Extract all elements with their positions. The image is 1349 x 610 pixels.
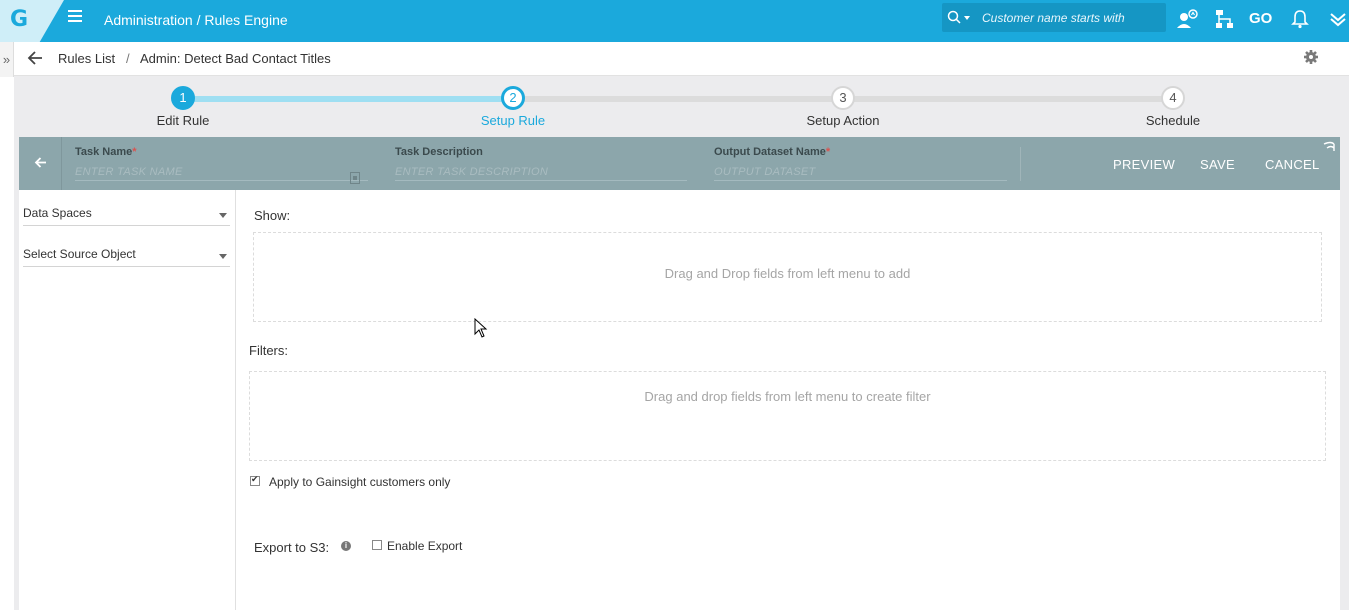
filters-section-label: Filters: [249,343,288,358]
hierarchy-icon[interactable] [1213,8,1237,30]
enable-export-checkbox[interactable] [372,540,382,550]
task-description-field: Task Description [395,146,687,181]
source-object-label: Select Source Object [23,247,136,261]
back-arrow-icon[interactable] [27,50,43,66]
data-spaces-dropdown[interactable]: Data Spaces [23,200,230,226]
app-title: Administration / Rules Engine [104,12,288,28]
sidebar-expand-toggle[interactable]: » [0,42,14,77]
task-back-arrow-icon[interactable] [34,156,47,169]
breadcrumb-separator: / [126,51,130,66]
breadcrumb-rules-list-link[interactable]: Rules List [58,51,115,66]
chevron-down-icon [219,254,227,259]
info-icon[interactable]: i [341,541,351,551]
step-2-label[interactable]: Setup Rule [481,113,545,128]
output-dataset-label: Output Dataset Name* [714,146,831,158]
breadcrumb-bar: Rules List / Admin: Detect Bad Contact T… [0,42,1349,76]
source-object-dropdown[interactable]: Select Source Object [23,241,230,267]
task-name-field: Task Name* [75,146,368,184]
chevrons-down-icon[interactable] [1326,8,1349,30]
rule-setup-panel: Show: Drag and Drop fields from left men… [236,190,1340,610]
hamburger-menu-icon[interactable] [68,10,82,24]
bell-icon[interactable] [1288,8,1312,30]
step-3-label[interactable]: Setup Action [807,113,880,128]
mouse-cursor-icon [474,318,488,338]
breadcrumb-current-rule: Admin: Detect Bad Contact Titles [140,51,331,66]
filters-dropzone-hint: Drag and drop fields from left menu to c… [644,389,931,404]
step-connector-3 [844,96,1174,102]
show-dropzone[interactable]: Drag and Drop fields from left menu to a… [253,232,1322,322]
top-navbar: G Administration / Rules Engine Customer… [0,0,1349,42]
output-dataset-input[interactable] [714,163,1007,181]
search-icon[interactable] [947,10,961,24]
task-description-input[interactable] [395,163,687,181]
logo-container[interactable]: G [0,0,64,42]
chevron-down-icon [219,213,227,218]
step-1-circle[interactable]: 1 [171,86,195,110]
task-name-label: Task Name* [75,146,137,158]
filters-dropzone[interactable]: Drag and drop fields from left menu to c… [249,371,1326,461]
enable-export-label[interactable]: Enable Export [387,539,462,553]
preview-button[interactable]: PREVIEW [1113,157,1175,172]
apply-gainsight-checkbox[interactable] [250,474,260,486]
data-spaces-label: Data Spaces [23,206,92,220]
step-2-circle[interactable]: 2 [501,86,525,110]
task-back-separator [61,137,62,190]
step-connector-1 [184,96,514,102]
expand-corner-icon[interactable] [1323,140,1335,152]
global-search[interactable]: Customer name starts with [942,3,1166,32]
cancel-button[interactable]: CANCEL [1265,157,1320,172]
field-lock-icon [350,172,360,184]
task-description-label: Task Description [395,146,483,158]
task-header: Task Name* Task Description Output Datas… [19,137,1340,190]
apply-gainsight-label[interactable]: Apply to Gainsight customers only [269,475,450,489]
save-button[interactable]: SAVE [1200,157,1235,172]
gear-icon[interactable] [1303,49,1319,65]
user-search-icon[interactable] [1176,8,1200,30]
wizard-stepper: 1 Edit Rule 2 Setup Rule 3 Setup Action … [0,76,1349,137]
export-s3-label: Export to S3: [254,540,330,555]
step-3-circle[interactable]: 3 [831,86,855,110]
task-actions-divider [1020,147,1021,181]
show-section-label: Show: [254,208,291,223]
search-input[interactable]: Customer name starts with [982,11,1125,25]
field-picker-panel: Data Spaces Select Source Object [19,190,236,610]
go-icon[interactable]: GO [1249,10,1273,32]
search-scope-caret-icon[interactable] [964,16,970,20]
output-dataset-field: Output Dataset Name* [714,146,1007,181]
gainsight-logo[interactable]: G [10,7,28,32]
step-4-circle[interactable]: 4 [1161,86,1185,110]
step-4-label[interactable]: Schedule [1146,113,1200,128]
step-1-label[interactable]: Edit Rule [157,113,210,128]
show-dropzone-hint: Drag and Drop fields from left menu to a… [664,266,911,281]
task-name-input[interactable] [75,163,368,181]
step-connector-2 [514,96,844,102]
